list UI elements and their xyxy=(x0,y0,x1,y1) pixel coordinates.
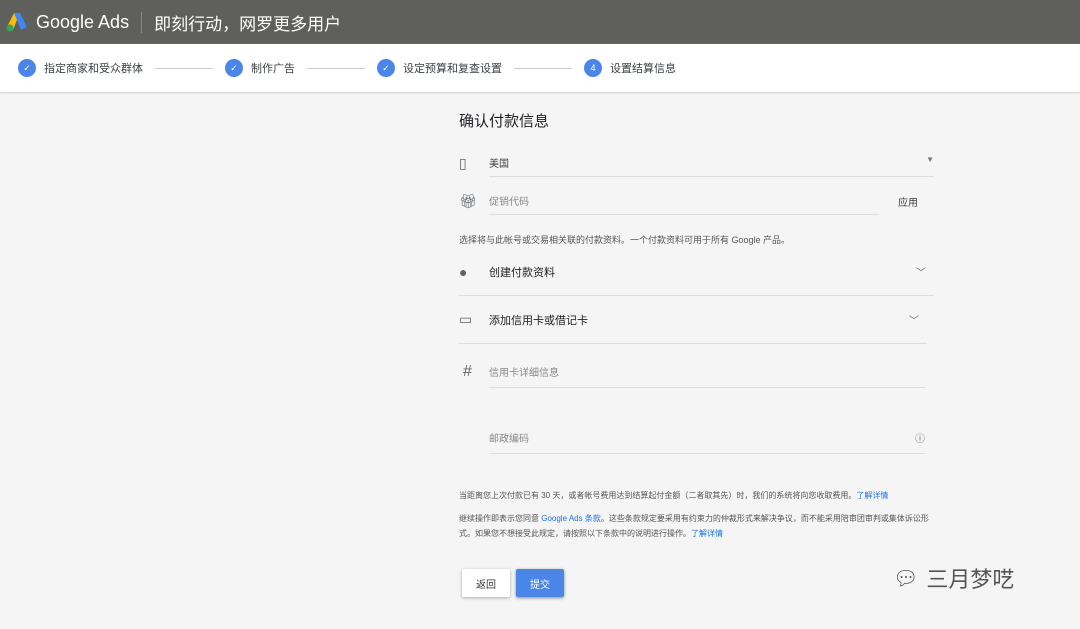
hash-icon: # xyxy=(463,363,472,380)
terms-text: 继续操作即表示您同意 xyxy=(459,514,542,523)
watermark: 💬︎ 三月梦呓 xyxy=(893,562,1014,594)
country-select[interactable]: 美国 ▼ xyxy=(489,149,934,177)
back-button[interactable]: 返回 xyxy=(462,569,510,597)
country-value: 美国 xyxy=(489,159,509,170)
terms-link[interactable]: Google Ads 条款 xyxy=(541,514,601,523)
header-tagline: 即刻行动，网罗更多用户 xyxy=(154,14,342,34)
chevron-down-icon: ﹀ xyxy=(909,316,919,327)
step-label: 指定商家和受众群体 xyxy=(44,63,143,75)
submit-button[interactable]: 提交 xyxy=(516,569,564,597)
gift-icon: 🎁︎ xyxy=(459,192,477,209)
wechat-icon: 💬︎ xyxy=(893,567,919,590)
dropdown-arrow-icon: ▼ xyxy=(926,155,934,164)
learn-more-link[interactable]: 了解详情 xyxy=(856,491,888,500)
add-card-panel[interactable]: ▭ 添加信用卡或借记卡 ﹀ xyxy=(459,296,927,344)
page-title: 确认付款信息 xyxy=(459,113,550,130)
step-2[interactable]: ✓ 制作广告 xyxy=(225,59,295,77)
zip-placeholder: 邮政编码 xyxy=(489,434,529,445)
step-divider xyxy=(155,67,213,69)
create-profile-panel[interactable]: ● 创建付款资料 ﹀ xyxy=(459,248,934,296)
step-divider xyxy=(307,67,365,69)
app-header: Google Ads 即刻行动，网罗更多用户 xyxy=(0,0,1080,44)
step-label: 设置结算信息 xyxy=(610,63,676,75)
profile-note: 选择将与此帐号或交易相关联的付款资料。一个付款资料可用于所有 Google 产品… xyxy=(459,235,791,245)
check-icon: ✓ xyxy=(18,59,36,77)
check-icon: ✓ xyxy=(377,59,395,77)
stepper: ✓ 指定商家和受众群体 ✓ 制作广告 ✓ 设定预算和复查设置 4 设置结算信息 xyxy=(0,44,1080,92)
step-1[interactable]: ✓ 指定商家和受众群体 xyxy=(18,59,143,77)
map-icon: ▯ xyxy=(459,154,467,171)
billing-note: 当距离您上次付款已有 30 天，或者帐号费用达到结算起付金额（二者取其先）时，我… xyxy=(459,488,934,503)
step-label: 设定预算和复查设置 xyxy=(403,63,502,75)
apply-button[interactable]: 应用 xyxy=(898,194,918,209)
watermark-text: 三月梦呓 xyxy=(926,567,1015,592)
payment-form: 确认付款信息 ▯ 美国 ▼ 🎁︎ 促销代码 应用 选择将与此帐号或交易相关联的付款… xyxy=(459,110,934,597)
add-card-label: 添加信用卡或借记卡 xyxy=(489,314,588,327)
promo-code-input[interactable]: 促销代码 xyxy=(489,187,879,215)
learn-more-link[interactable]: 了解详情 xyxy=(691,529,723,538)
create-profile-label: 创建付款资料 xyxy=(489,266,555,279)
step-3[interactable]: ✓ 设定预算和复查设置 xyxy=(377,59,502,77)
brand-name: Google Ads xyxy=(36,11,143,33)
zip-code-input[interactable]: 邮政编码 ⓘ xyxy=(489,422,925,454)
terms-note: 继续操作即表示您同意 Google Ads 条款。这些条款规定要采用有约束力的仲… xyxy=(459,511,934,541)
credit-card-icon: ▭ xyxy=(459,311,473,327)
step-number: 4 xyxy=(584,59,602,77)
chevron-down-icon: ﹀ xyxy=(916,268,926,279)
billing-text: 当距离您上次付款已有 30 天，或者帐号费用达到结算起付金额（二者取其先）时，我… xyxy=(459,491,857,500)
help-icon[interactable]: ⓘ xyxy=(915,430,925,445)
check-icon: ✓ xyxy=(225,59,243,77)
step-4: 4 设置结算信息 xyxy=(584,59,676,77)
account-circle-icon: ● xyxy=(459,263,468,280)
card-details-input[interactable]: 信用卡详细信息 xyxy=(489,356,925,388)
step-label: 制作广告 xyxy=(251,63,295,75)
google-ads-logo-icon xyxy=(6,13,27,32)
step-divider xyxy=(514,67,572,69)
